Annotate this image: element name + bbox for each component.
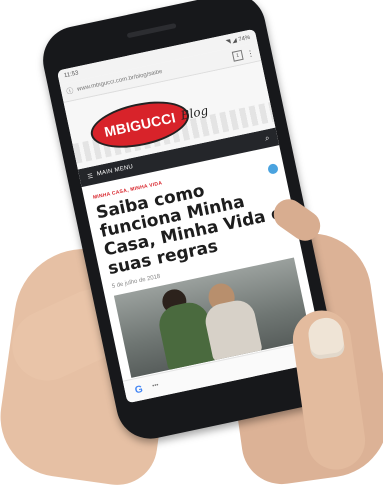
logo-text: MBIGUCCI bbox=[102, 109, 177, 140]
phone-speaker bbox=[126, 22, 177, 39]
status-time: 11:53 bbox=[63, 70, 80, 80]
google-logo-icon[interactable]: G bbox=[134, 383, 144, 395]
info-icon[interactable]: ⓘ bbox=[65, 86, 74, 97]
article-title[interactable]: Saiba como funciona Minha Casa, Minha Vi… bbox=[94, 167, 291, 279]
tab-switcher-icon[interactable]: 1 bbox=[231, 49, 244, 62]
menu-label: MAIN MENU bbox=[96, 163, 134, 178]
scene: 11:53 ◥ ◢ 74% ⓘ www.mbigucci.com.br/blog… bbox=[0, 0, 383, 490]
more-options-icon[interactable]: ⋮ bbox=[246, 48, 256, 58]
search-icon[interactable]: ⌕ bbox=[264, 133, 270, 144]
dots-icon: ••• bbox=[151, 382, 160, 390]
hamburger-icon: ☰ bbox=[87, 173, 94, 181]
